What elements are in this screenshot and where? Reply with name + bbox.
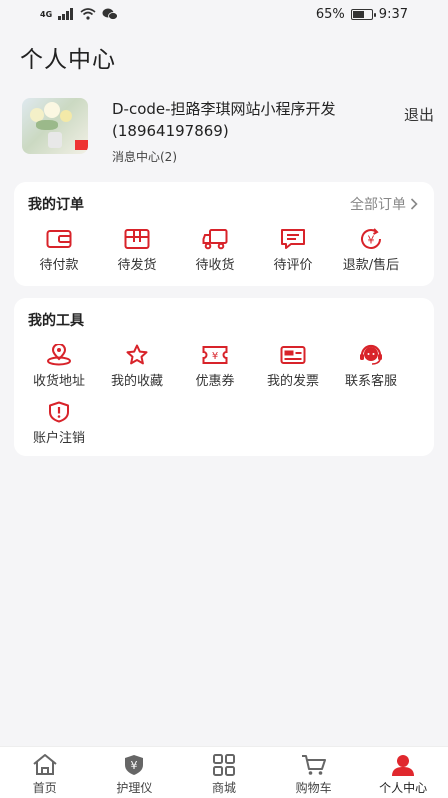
tools-header: 我的工具 [14,298,434,332]
tab-profile[interactable]: 个人中心 [358,747,448,798]
order-status-label: 待付款 [39,258,79,273]
svg-text:¥: ¥ [368,234,375,247]
tab-label: 个人中心 [379,781,428,795]
bottom-tab-bar: 首页 ¥ 护理仪 商城 购物车 个人中心 [0,746,448,798]
order-status-refund[interactable]: ¥ 退款/售后 [332,228,410,273]
tool-label: 收货地址 [32,374,85,389]
username: D-code-担路李琪网站小程序开发(18964197869) [112,100,336,140]
orders-card: 我的订单 全部订单 待付款 待发货 待收货 待评价 ¥ 退款/售后 [14,182,434,286]
profile-section: D-code-担路李琪网站小程序开发(18964197869) 消息中心(2) … [22,98,438,164]
tab-mall[interactable]: 商城 [179,747,269,798]
device-icon: ¥ [125,755,144,775]
wifi-icon [80,8,96,20]
comment-icon [281,229,305,249]
package-icon [124,229,150,249]
wechat-icon [102,8,119,20]
tab-label: 护理仪 [116,781,153,795]
tab-cart[interactable]: 购物车 [269,747,359,798]
tool-label: 联系客服 [344,374,397,389]
tool-label: 优惠券 [195,374,235,389]
order-status-pending-payment[interactable]: 待付款 [20,228,98,273]
order-status-label: 待评价 [273,258,313,273]
battery-icon [350,8,376,20]
clock: 9:37 [378,6,408,22]
tab-label: 商城 [211,781,236,795]
home-icon [33,754,57,775]
coupon-icon: ¥ [202,346,228,364]
tab-label: 首页 [32,781,57,795]
svg-text:¥: ¥ [131,759,138,772]
svg-text:¥: ¥ [212,351,218,362]
shield-alert-icon [49,401,69,423]
star-icon [126,344,148,365]
order-status-label: 待收货 [195,258,235,273]
tool-shipping-address[interactable]: 收货地址 [20,344,98,389]
order-status-pending-shipment[interactable]: 待发货 [98,228,176,273]
tab-label: 购物车 [295,781,332,795]
tool-invoices[interactable]: 我的发票 [254,344,332,389]
cart-icon [301,755,326,775]
message-center-link[interactable]: 消息中心(2) [112,148,438,165]
chevron-right-icon [410,198,418,210]
invoice-icon [280,346,306,364]
orders-grid: 待付款 待发货 待收货 待评价 ¥ 退款/售后 [14,216,434,273]
tool-customer-service[interactable]: 联系客服 [332,344,410,389]
order-status-pending-receipt[interactable]: 待收货 [176,228,254,273]
tools-title: 我的工具 [28,313,84,329]
tool-label: 账户注销 [32,431,85,446]
status-right: 65% 9:37 [316,7,408,22]
location-icon [47,344,71,366]
all-orders-link[interactable]: 全部订单 [350,194,418,214]
tab-home[interactable]: 首页 [0,747,90,798]
all-orders-label: 全部订单 [350,197,406,213]
battery-percent: 65% [315,6,345,22]
orders-header: 我的订单 全部订单 [14,182,434,216]
order-status-pending-review[interactable]: 待评价 [254,228,332,273]
page-title: 个人中心 [20,47,116,73]
orders-title: 我的订单 [28,197,84,213]
tool-label: 我的收藏 [110,374,163,389]
headset-icon [360,344,382,365]
tool-account-deletion[interactable]: 账户注销 [20,401,98,446]
status-left: 4G [40,8,119,20]
tools-grid: 收货地址 我的收藏 ¥ 优惠券 我的发票 联系客服 账户注销 [14,332,434,446]
avatar[interactable] [22,98,88,154]
signal-icon [58,8,74,20]
order-status-label: 待发货 [117,258,157,273]
refund-icon: ¥ [361,228,381,249]
tool-coupons[interactable]: ¥ 优惠券 [176,344,254,389]
profile-info: D-code-担路李琪网站小程序开发(18964197869) 消息中心(2) [112,98,438,165]
truck-icon [202,229,228,250]
logout-button[interactable]: 退出 [404,104,434,125]
order-status-label: 退款/售后 [342,258,400,273]
tools-card: 我的工具 收货地址 我的收藏 ¥ 优惠券 我的发票 联系客服 账户注销 [14,298,434,456]
tab-device[interactable]: ¥ 护理仪 [90,747,180,798]
wallet-icon [46,230,72,248]
status-bar: 4G 65% 9:37 [0,0,448,28]
tool-favorites[interactable]: 我的收藏 [98,344,176,389]
network-label: 4G [40,9,53,19]
grid-icon [212,754,235,776]
tool-label: 我的发票 [266,374,319,389]
user-icon [392,755,415,776]
